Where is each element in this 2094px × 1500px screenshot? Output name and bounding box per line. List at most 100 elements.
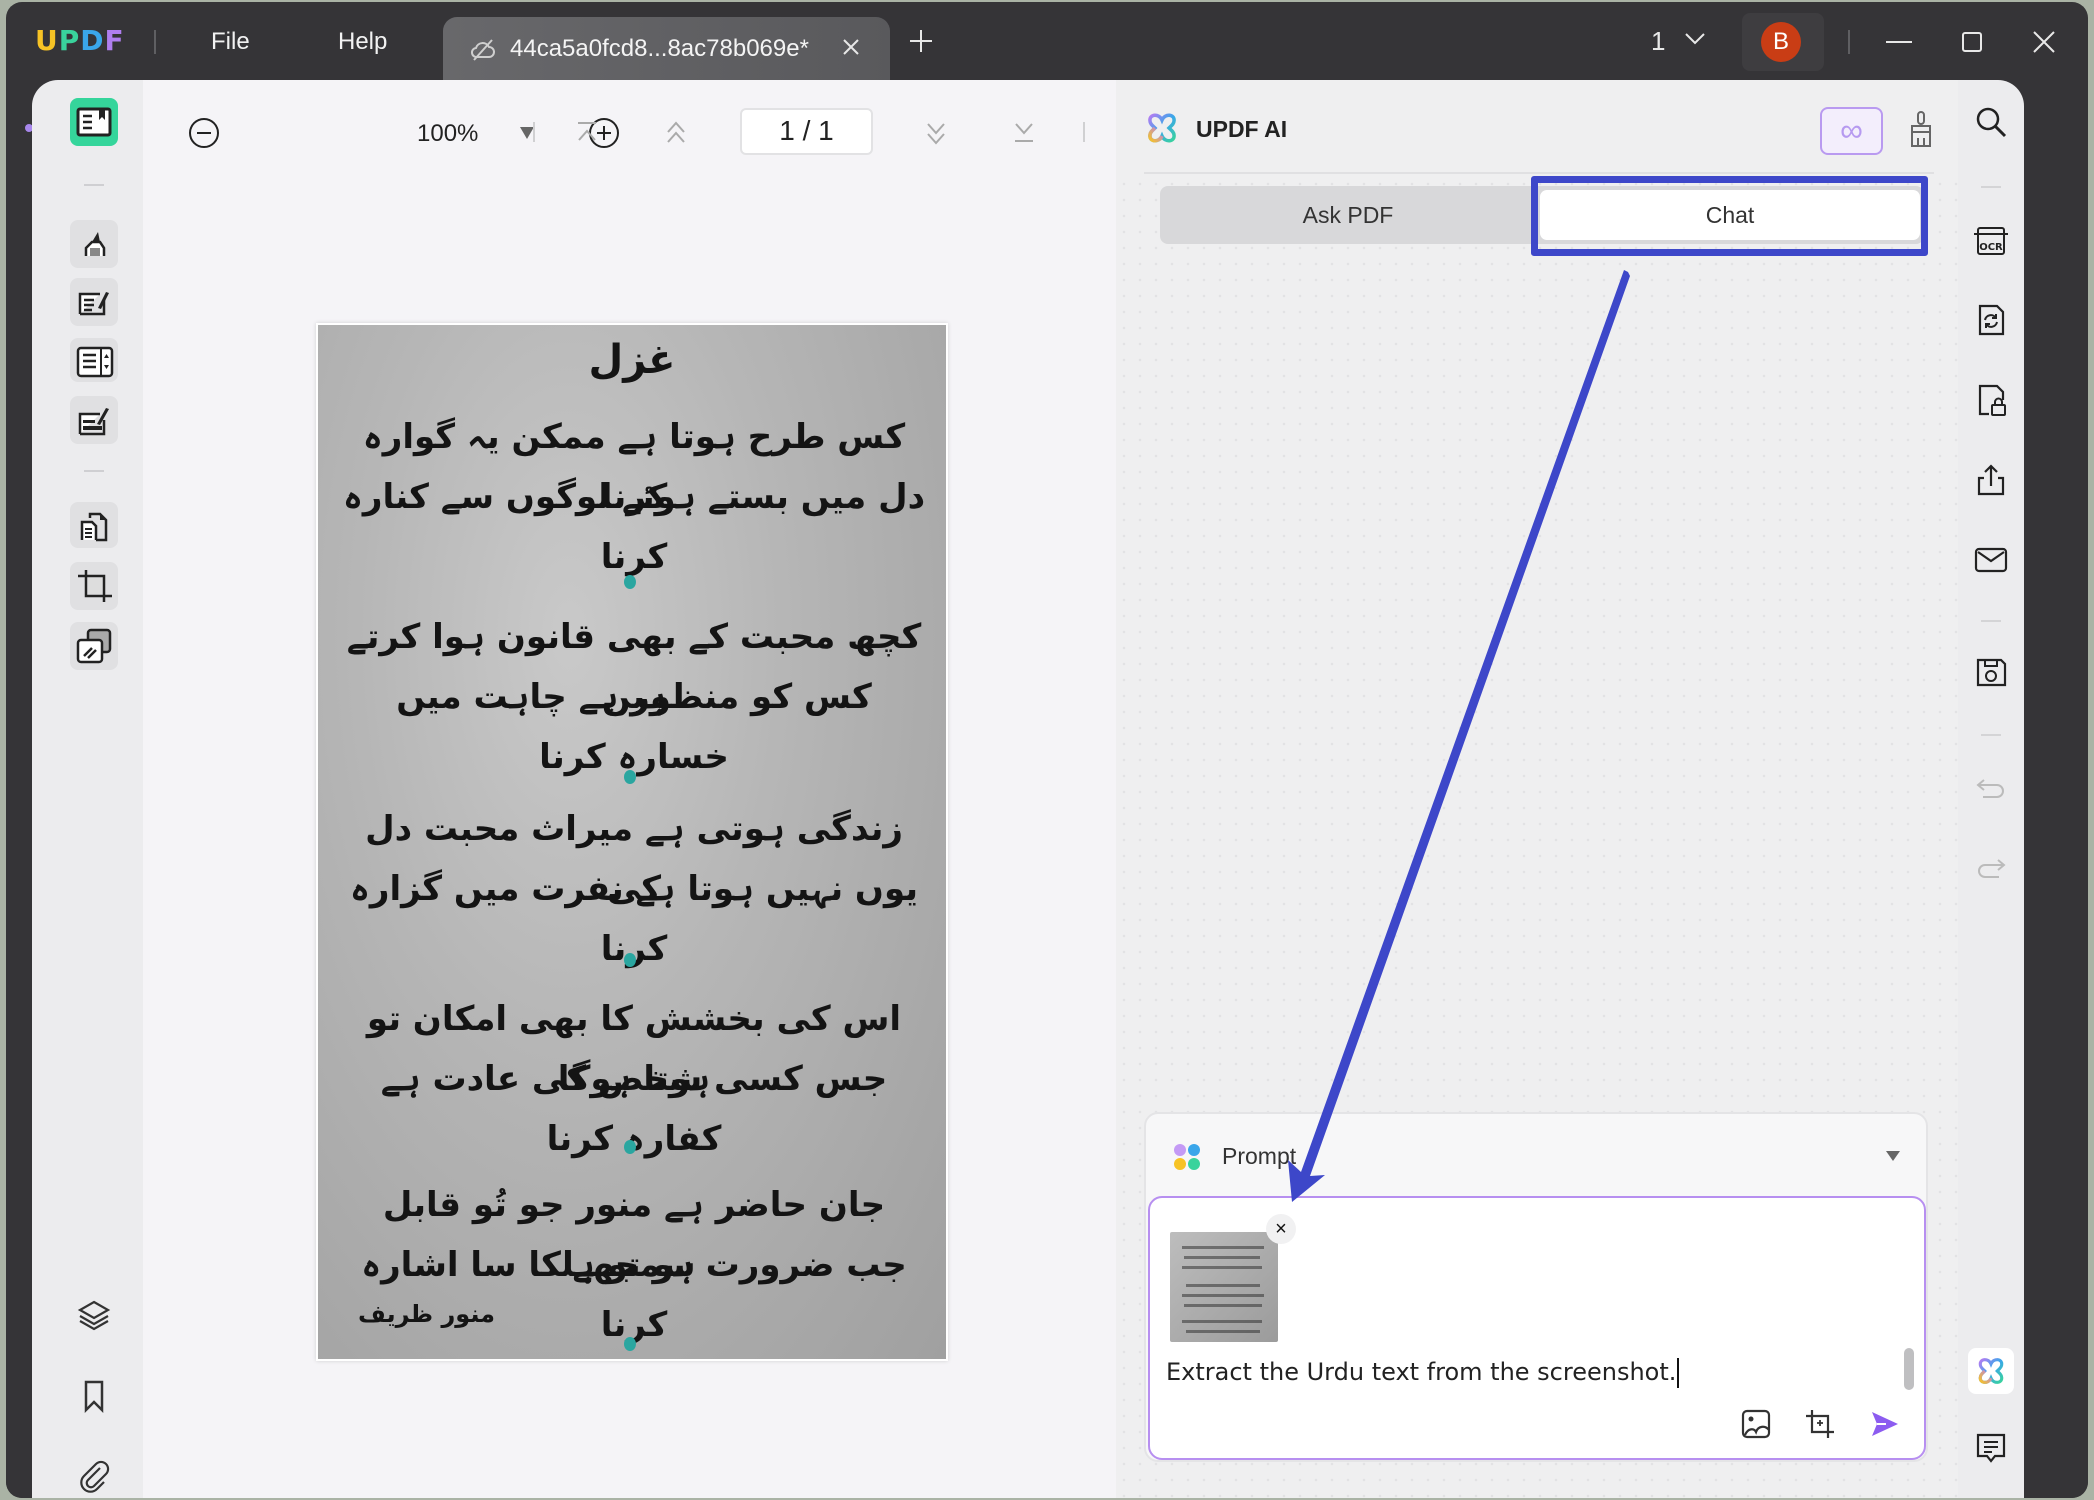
convert-pdf-icon[interactable] bbox=[1973, 302, 2009, 338]
right-sidebar: OCR bbox=[1958, 80, 2024, 1498]
poem-line: دل میں بستے ہوئے لوگوں سے کنارہ کرنا bbox=[342, 477, 926, 577]
close-tab-icon[interactable] bbox=[839, 35, 863, 59]
previous-page-icon[interactable] bbox=[663, 118, 689, 148]
document-tab[interactable]: 44ca5a0fcd8...8ac78b069e* bbox=[443, 17, 890, 80]
watermark-icon bbox=[76, 628, 112, 664]
next-page-icon[interactable] bbox=[923, 118, 949, 148]
right-rail bbox=[2024, 80, 2088, 1498]
minimize-icon[interactable] bbox=[1878, 22, 1918, 62]
highlight-tool-button[interactable] bbox=[70, 220, 118, 268]
app-window: UPDF File Help 44ca5a0fcd8...8ac78b069e*… bbox=[6, 2, 2088, 1498]
ornament-dot bbox=[624, 770, 636, 784]
prompt-dropdown-caret-icon[interactable] bbox=[1886, 1151, 1900, 1161]
comment-icon[interactable] bbox=[1973, 1430, 2009, 1466]
account-button[interactable]: B bbox=[1742, 13, 1824, 71]
first-page-icon[interactable] bbox=[574, 118, 600, 146]
reader-mode-button[interactable] bbox=[70, 98, 118, 146]
new-tab-plus-icon[interactable] bbox=[906, 26, 936, 56]
menu-file[interactable]: File bbox=[211, 28, 250, 56]
page-selector-value[interactable]: 1 bbox=[1651, 26, 1665, 57]
maximize-icon[interactable] bbox=[1952, 22, 1992, 62]
title-separator bbox=[1848, 30, 1850, 54]
title-bar: UPDF File Help 44ca5a0fcd8...8ac78b069e*… bbox=[6, 2, 2088, 80]
logo-letter: D bbox=[80, 24, 105, 57]
form-fields-icon bbox=[76, 346, 114, 378]
attached-image-thumbnail[interactable] bbox=[1170, 1232, 1278, 1342]
ocr-icon[interactable]: OCR bbox=[1973, 222, 2009, 258]
ornament-dot bbox=[624, 575, 636, 589]
sidebar-divider bbox=[1981, 734, 2001, 736]
page-number-input[interactable]: 1 / 1 bbox=[740, 108, 873, 155]
signature-icon bbox=[78, 408, 109, 436]
clear-brush-icon[interactable] bbox=[1908, 110, 1934, 148]
unlimited-button[interactable]: ∞ bbox=[1820, 107, 1883, 155]
upload-image-icon[interactable] bbox=[1740, 1408, 1772, 1440]
chevron-down-icon[interactable] bbox=[1684, 30, 1706, 48]
sidebar-divider bbox=[84, 470, 104, 472]
organize-pages-button[interactable] bbox=[70, 502, 118, 548]
logo-letter: F bbox=[104, 24, 125, 57]
layers-icon[interactable] bbox=[70, 1292, 118, 1340]
tab-title: 44ca5a0fcd8...8ac78b069e* bbox=[510, 35, 809, 62]
toolbar-separator bbox=[1083, 122, 1085, 142]
pages-icon bbox=[80, 512, 108, 542]
tab-chat[interactable]: Chat bbox=[1540, 190, 1920, 240]
prompt-card: Prompt × Extract the Urdu text from the … bbox=[1144, 1112, 1928, 1462]
document-viewer: 100% 1 / 1 غزل کس طرح ہوتا ہے ممکن یہ گو… bbox=[143, 80, 1116, 1498]
svg-text:OCR: OCR bbox=[1979, 242, 2003, 253]
form-tool-button[interactable] bbox=[70, 338, 118, 382]
urdu-poem: غزل کس طرح ہوتا ہے ممکن یہ گوارہ کرنا دل… bbox=[318, 325, 946, 1359]
mode-tabs: Ask PDF Chat bbox=[1160, 186, 1924, 244]
email-icon[interactable] bbox=[1973, 542, 2009, 578]
page-tools-button[interactable] bbox=[70, 622, 118, 670]
edit-document-icon bbox=[78, 292, 109, 316]
crop-icon bbox=[78, 570, 112, 602]
poem-title: غزل bbox=[588, 337, 676, 383]
chat-input-text[interactable]: Extract the Urdu text from the screensho… bbox=[1166, 1358, 1680, 1388]
close-window-icon[interactable] bbox=[2024, 22, 2064, 62]
protect-pdf-icon[interactable] bbox=[1973, 382, 2009, 418]
zoom-out-icon[interactable] bbox=[187, 116, 221, 150]
ai-assistant-button[interactable] bbox=[1968, 1348, 2014, 1394]
logo-letter: U bbox=[35, 24, 59, 57]
sign-tool-button[interactable] bbox=[70, 396, 118, 444]
highlighter-icon bbox=[84, 232, 106, 256]
zoom-level[interactable]: 100% bbox=[417, 120, 478, 148]
menu-help[interactable]: Help bbox=[338, 28, 387, 56]
remove-attachment-icon[interactable]: × bbox=[1266, 1214, 1296, 1244]
attachment-icon[interactable] bbox=[70, 1452, 118, 1498]
poem-line: کس کو منظور ہے چاہت میں خسارہ کرنا bbox=[396, 677, 872, 777]
search-icon[interactable] bbox=[1973, 104, 2009, 140]
prompt-dots-icon bbox=[1174, 1144, 1200, 1170]
sidebar-divider bbox=[1981, 620, 2001, 622]
ornament-dot bbox=[624, 1337, 636, 1351]
text-cursor bbox=[1677, 1358, 1680, 1388]
chat-input[interactable]: × Extract the Urdu text from the screens… bbox=[1148, 1196, 1926, 1460]
input-scrollbar[interactable] bbox=[1904, 1348, 1914, 1390]
ornament-dot bbox=[624, 1140, 636, 1154]
cloud-off-icon bbox=[470, 39, 495, 61]
updf-ai-icon bbox=[1978, 1358, 2004, 1384]
edit-pdf-button[interactable] bbox=[70, 278, 118, 326]
avatar: B bbox=[1761, 22, 1801, 62]
left-rail bbox=[6, 80, 32, 1498]
updf-logo[interactable]: UPDF bbox=[35, 24, 125, 57]
undo-icon[interactable] bbox=[1973, 770, 2009, 806]
screenshot-crop-icon[interactable] bbox=[1804, 1408, 1836, 1440]
last-page-icon[interactable] bbox=[1011, 118, 1037, 146]
tab-ask-pdf[interactable]: Ask PDF bbox=[1160, 186, 1536, 244]
book-icon bbox=[76, 107, 112, 137]
header-divider bbox=[1144, 172, 1934, 174]
redo-icon[interactable] bbox=[1973, 850, 2009, 886]
ornament-dot bbox=[624, 953, 636, 967]
save-icon[interactable] bbox=[1973, 654, 2009, 690]
logo-letter: P bbox=[58, 24, 81, 57]
prompt-dropdown-label[interactable]: Prompt bbox=[1222, 1143, 1296, 1170]
bookmark-icon[interactable] bbox=[70, 1372, 118, 1420]
crop-pages-button[interactable] bbox=[70, 562, 118, 610]
share-icon[interactable] bbox=[1973, 462, 2009, 498]
poet-name: منور ظریف bbox=[358, 1300, 496, 1328]
send-icon[interactable] bbox=[1868, 1408, 1900, 1440]
sidebar-divider bbox=[1981, 186, 2001, 188]
left-sidebar bbox=[32, 80, 149, 1498]
